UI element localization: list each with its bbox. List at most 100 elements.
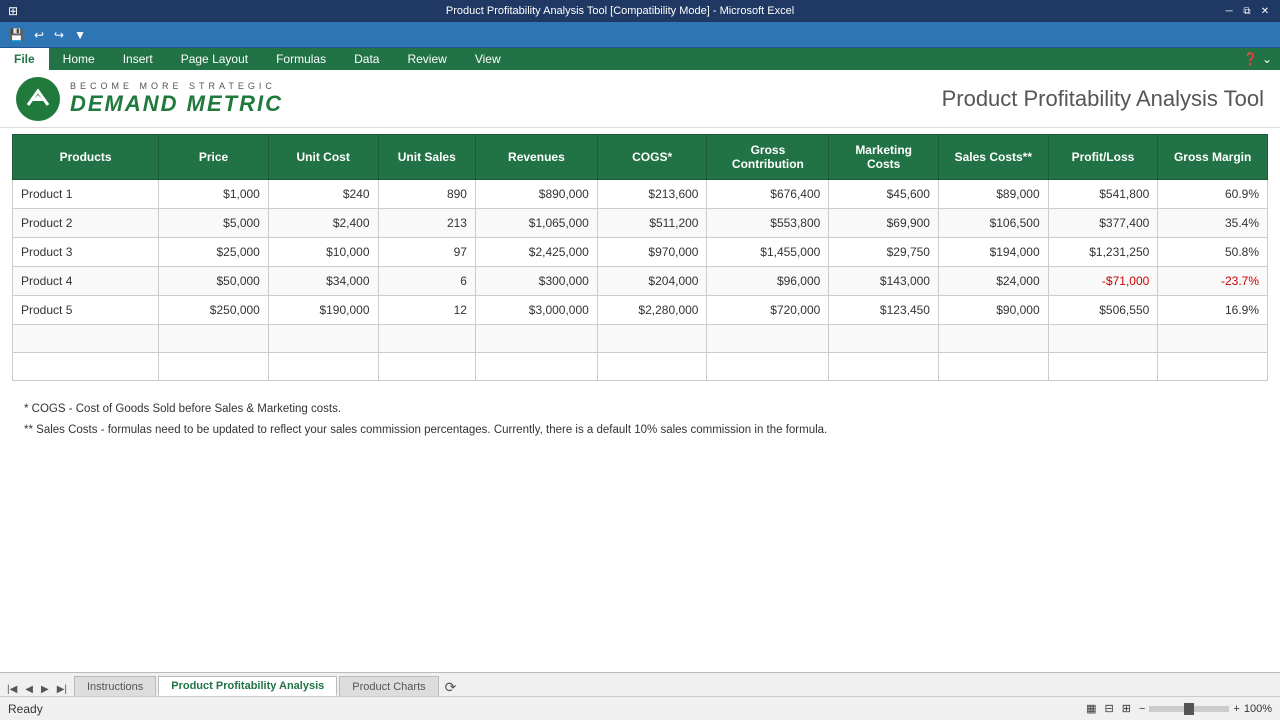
zoom-in-icon[interactable]: + xyxy=(1233,703,1239,715)
save-quick-btn[interactable]: 💾 xyxy=(6,26,27,44)
sheet-nav-prev[interactable]: ◀ xyxy=(22,683,36,696)
table-row: Product 1$1,000$240890$890,000$213,600$6… xyxy=(13,180,1268,209)
table-cell: $24,000 xyxy=(938,267,1048,296)
main-content: Products Price Unit Cost Unit Sales Reve… xyxy=(0,134,1280,452)
tab-data[interactable]: Data xyxy=(340,48,393,70)
zoom-out-icon[interactable]: − xyxy=(1139,703,1145,715)
tab-review[interactable]: Review xyxy=(393,48,460,70)
sheet-nav-next[interactable]: ▶ xyxy=(38,683,52,696)
table-cell: $89,000 xyxy=(938,180,1048,209)
sheet-nav: |◀ ◀ ▶ ▶| xyxy=(4,683,70,696)
logo-icon xyxy=(16,77,60,121)
title-bar: ⊞ Product Profitability Analysis Tool [C… xyxy=(0,0,1280,22)
table-cell: $50,000 xyxy=(159,267,269,296)
insert-sheet-icon[interactable]: ⟳ xyxy=(445,679,457,696)
table-row: Product 5$250,000$190,00012$3,000,000$2,… xyxy=(13,296,1268,325)
notes-area: * COGS - Cost of Goods Sold before Sales… xyxy=(12,387,1268,452)
tab-formulas[interactable]: Formulas xyxy=(262,48,340,70)
tab-page-layout[interactable]: Page Layout xyxy=(167,48,262,70)
view-layout-icon[interactable]: ⊟ xyxy=(1105,702,1114,715)
table-cell: $96,000 xyxy=(707,267,829,296)
logo-container: Become More Strategic Demand Metric xyxy=(16,77,283,121)
table-cell: $69,900 xyxy=(829,209,939,238)
help-icon[interactable]: ❓ xyxy=(1243,52,1258,66)
logo-brand: Demand Metric xyxy=(70,91,283,117)
zoom-control: − + 100% xyxy=(1139,703,1272,715)
tab-file[interactable]: File xyxy=(0,48,49,70)
undo-quick-btn[interactable]: ↩ xyxy=(31,26,47,44)
table-cell: $194,000 xyxy=(938,238,1048,267)
table-cell: -$71,000 xyxy=(1048,267,1158,296)
table-cell: $143,000 xyxy=(829,267,939,296)
col-header-products: Products xyxy=(13,135,159,180)
table-row-empty-1 xyxy=(13,325,1268,353)
sheet-tab-instructions[interactable]: Instructions xyxy=(74,676,156,696)
title-bar-controls: ─ ⧉ ✕ xyxy=(1222,4,1272,18)
sheet-tab-product-profitability[interactable]: Product Profitability Analysis xyxy=(158,676,337,696)
table-cell: $511,200 xyxy=(597,209,707,238)
sheet-tabs: |◀ ◀ ▶ ▶| Instructions Product Profitabi… xyxy=(0,672,1280,696)
close-button[interactable]: ✕ xyxy=(1258,4,1272,18)
table-cell: $2,425,000 xyxy=(475,238,597,267)
table-cell: 213 xyxy=(378,209,475,238)
view-normal-icon[interactable]: ▦ xyxy=(1086,702,1096,715)
col-header-revenues: Revenues xyxy=(475,135,597,180)
col-header-unit-cost: Unit Cost xyxy=(268,135,378,180)
table-cell: $676,400 xyxy=(707,180,829,209)
table-cell: $1,455,000 xyxy=(707,238,829,267)
sheet-tab-product-charts[interactable]: Product Charts xyxy=(339,676,438,696)
table-row-empty-2 xyxy=(13,353,1268,381)
product-table: Products Price Unit Cost Unit Sales Reve… xyxy=(12,134,1268,381)
table-cell: 12 xyxy=(378,296,475,325)
table-cell: $1,000 xyxy=(159,180,269,209)
table-cell: $90,000 xyxy=(938,296,1048,325)
tab-home[interactable]: Home xyxy=(49,48,109,70)
ribbon-right-controls: ❓ ⌄ xyxy=(1243,52,1280,66)
table-cell: 6 xyxy=(378,267,475,296)
col-header-cogs: COGS* xyxy=(597,135,707,180)
status-ready: Ready xyxy=(8,702,43,716)
status-right: ▦ ⊟ ⊞ − + 100% xyxy=(1086,702,1272,715)
dropdown-quick-btn[interactable]: ▼ xyxy=(71,26,89,44)
tab-insert[interactable]: Insert xyxy=(109,48,167,70)
ribbon-tabs: File Home Insert Page Layout Formulas Da… xyxy=(0,48,1280,70)
title-bar-title: Product Profitability Analysis Tool [Com… xyxy=(18,5,1222,17)
header-area: Become More Strategic Demand Metric Prod… xyxy=(0,70,1280,128)
table-cell: $45,600 xyxy=(829,180,939,209)
note-1: * COGS - Cost of Goods Sold before Sales… xyxy=(24,399,1256,420)
minimize-button[interactable]: ─ xyxy=(1222,4,1236,18)
table-cell: $506,550 xyxy=(1048,296,1158,325)
table-cell: $2,280,000 xyxy=(597,296,707,325)
tab-view[interactable]: View xyxy=(461,48,515,70)
table-cell: $5,000 xyxy=(159,209,269,238)
table-cell: $553,800 xyxy=(707,209,829,238)
sheet-nav-first[interactable]: |◀ xyxy=(4,683,20,696)
table-cell: $377,400 xyxy=(1048,209,1158,238)
table-cell: $106,500 xyxy=(938,209,1048,238)
ribbon-minimize-icon[interactable]: ⌄ xyxy=(1262,52,1272,66)
title-bar-left: ⊞ xyxy=(8,4,18,18)
col-header-price: Price xyxy=(159,135,269,180)
table-cell: 50.8% xyxy=(1158,238,1268,267)
table-cell: 16.9% xyxy=(1158,296,1268,325)
table-cell: $1,231,250 xyxy=(1048,238,1158,267)
zoom-level: 100% xyxy=(1244,703,1272,715)
table-cell: Product 5 xyxy=(13,296,159,325)
table-cell: 35.4% xyxy=(1158,209,1268,238)
sheet-nav-last[interactable]: ▶| xyxy=(54,683,70,696)
restore-button[interactable]: ⧉ xyxy=(1240,4,1254,18)
zoom-slider[interactable] xyxy=(1149,706,1229,712)
table-cell: $250,000 xyxy=(159,296,269,325)
table-cell: Product 3 xyxy=(13,238,159,267)
col-header-profit-loss: Profit/Loss xyxy=(1048,135,1158,180)
app-title: Product Profitability Analysis Tool xyxy=(942,86,1264,112)
table-cell: $1,065,000 xyxy=(475,209,597,238)
table-cell: $240 xyxy=(268,180,378,209)
view-page-break-icon[interactable]: ⊞ xyxy=(1122,702,1131,715)
table-row: Product 4$50,000$34,0006$300,000$204,000… xyxy=(13,267,1268,296)
table-cell: $34,000 xyxy=(268,267,378,296)
redo-quick-btn[interactable]: ↪ xyxy=(51,26,67,44)
table-cell: $25,000 xyxy=(159,238,269,267)
table-cell: $300,000 xyxy=(475,267,597,296)
table-cell: 60.9% xyxy=(1158,180,1268,209)
